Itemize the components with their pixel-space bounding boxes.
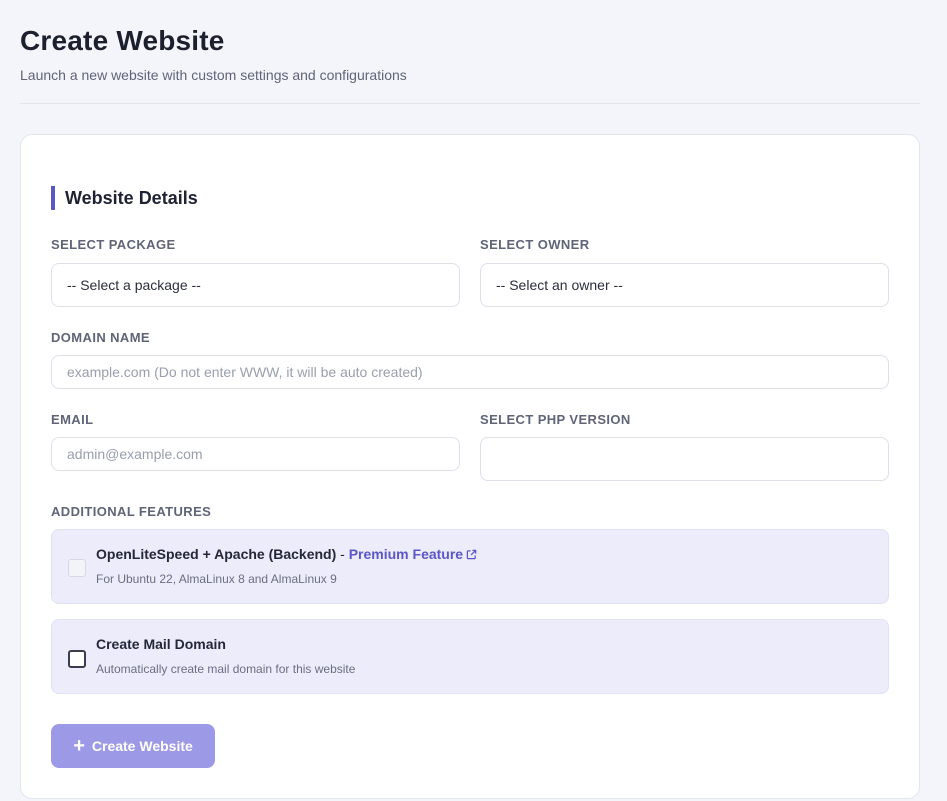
page-subtitle: Launch a new website with custom setting… — [20, 67, 407, 83]
php-version-label: SELECT PHP VERSION — [480, 412, 631, 427]
package-label: SELECT PACKAGE — [51, 237, 176, 252]
email-input[interactable] — [51, 437, 460, 471]
plus-icon: + — [73, 735, 85, 757]
create-website-button[interactable]: + Create Website — [51, 724, 215, 768]
owner-select[interactable]: -- Select an owner -- — [480, 263, 889, 307]
header-divider — [20, 103, 920, 104]
feature-description: For Ubuntu 22, AlmaLinux 8 and AlmaLinux… — [96, 572, 337, 586]
domain-label: DOMAIN NAME — [51, 330, 151, 345]
feature-title-separator: - — [336, 546, 349, 562]
feature-create-mail-domain: Create Mail Domain Automatically create … — [51, 619, 889, 694]
page-header: Create Website Launch a new website with… — [20, 24, 920, 84]
website-details-card: Website Details SELECT PACKAGE -- Select… — [20, 134, 920, 799]
section-title: Website Details — [51, 186, 198, 210]
feature-openlitespeed-apache: OpenLiteSpeed + Apache (Backend) - Premi… — [51, 529, 889, 604]
package-select-value: -- Select a package -- — [67, 277, 201, 293]
feature-title: OpenLiteSpeed + Apache (Backend) - Premi… — [96, 545, 477, 563]
premium-feature-link[interactable]: Premium Feature — [349, 546, 477, 562]
feature-title-text: OpenLiteSpeed + Apache (Backend) — [96, 546, 337, 562]
additional-features-label: ADDITIONAL FEATURES — [51, 504, 212, 519]
feature-description: Automatically create mail domain for thi… — [96, 662, 356, 676]
owner-select-value: -- Select an owner -- — [496, 277, 623, 293]
feature-title: Create Mail Domain — [96, 636, 226, 652]
page-title: Create Website — [20, 25, 225, 56]
php-version-select[interactable] — [480, 437, 889, 481]
openlitespeed-apache-checkbox[interactable] — [68, 559, 86, 577]
premium-feature-link-text: Premium Feature — [348, 546, 464, 562]
create-mail-domain-checkbox[interactable] — [68, 650, 86, 668]
create-website-button-label: Create Website — [91, 738, 193, 754]
external-link-icon — [466, 549, 477, 560]
email-label: EMAIL — [51, 412, 94, 427]
domain-input[interactable] — [51, 355, 889, 389]
owner-label: SELECT OWNER — [480, 237, 590, 252]
package-select[interactable]: -- Select a package -- — [51, 263, 460, 307]
